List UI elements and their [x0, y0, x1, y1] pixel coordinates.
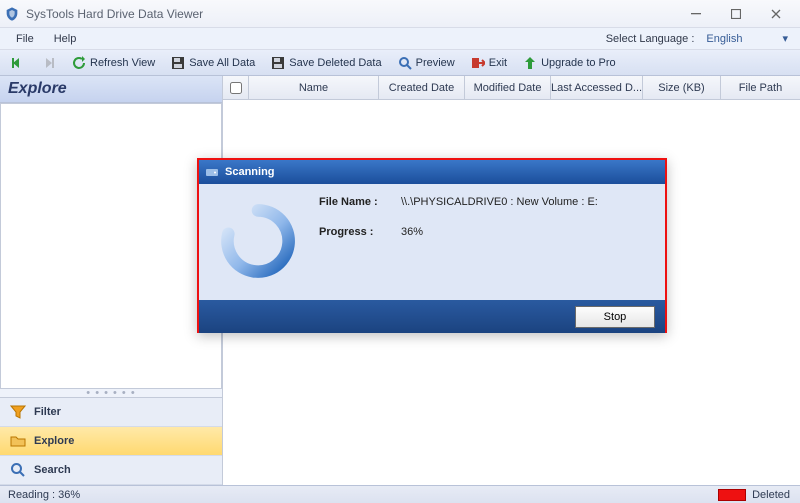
- dialog-title: Scanning: [225, 166, 275, 178]
- funnel-icon: [10, 404, 26, 420]
- magnifier-icon: [398, 56, 412, 70]
- floppy-icon: [171, 56, 185, 70]
- filename-value: \\.\PHYSICALDRIVE0 : New Volume : E:: [401, 196, 598, 208]
- deleted-color-swatch: [718, 489, 746, 501]
- floppy-icon: [271, 56, 285, 70]
- language-value: English: [706, 33, 742, 45]
- menu-file[interactable]: File: [6, 31, 44, 47]
- toolbar: Refresh View Save All Data Save Deleted …: [0, 50, 800, 76]
- save-all-button[interactable]: Save All Data: [165, 54, 261, 72]
- refresh-icon: [72, 56, 86, 70]
- menu-bar: File Help Select Language : English ▾: [0, 28, 800, 50]
- chevron-down-icon: ▾: [782, 32, 788, 45]
- window-title: SysTools Hard Drive Data Viewer: [26, 7, 676, 21]
- status-reading: Reading : 36%: [0, 489, 88, 501]
- nav-next-button[interactable]: [36, 54, 62, 72]
- drive-icon: [205, 165, 219, 179]
- arrow-up-icon: [523, 56, 537, 70]
- stop-button[interactable]: Stop: [575, 306, 655, 328]
- tab-filter[interactable]: Filter: [0, 398, 222, 427]
- upgrade-button[interactable]: Upgrade to Pro: [517, 54, 622, 72]
- folder-icon: [10, 433, 26, 449]
- tree-view[interactable]: [0, 103, 222, 389]
- exit-icon: [471, 56, 485, 70]
- column-modified[interactable]: Modified Date: [465, 76, 551, 99]
- save-deleted-button[interactable]: Save Deleted Data: [265, 54, 387, 72]
- progress-label: Progress :: [319, 226, 391, 238]
- language-select[interactable]: English ▾: [700, 30, 794, 47]
- column-size[interactable]: Size (KB): [643, 76, 721, 99]
- progress-value: 36%: [401, 226, 423, 238]
- column-created[interactable]: Created Date: [379, 76, 465, 99]
- title-bar: SysTools Hard Drive Data Viewer: [0, 0, 800, 28]
- progress-ring-icon: [213, 196, 303, 286]
- menu-help[interactable]: Help: [44, 31, 87, 47]
- column-name[interactable]: Name: [249, 76, 379, 99]
- column-path[interactable]: File Path: [721, 76, 800, 99]
- left-panel-header: Explore: [0, 76, 222, 103]
- app-logo-icon: [4, 6, 20, 22]
- preview-button[interactable]: Preview: [392, 54, 461, 72]
- tab-search[interactable]: Search: [0, 456, 222, 485]
- close-button[interactable]: [756, 0, 796, 28]
- filename-label: File Name :: [319, 196, 391, 208]
- scanning-dialog: Scanning File Name : \\.\PHYSICALDRIVE0 …: [197, 158, 667, 333]
- tab-explore[interactable]: Explore: [0, 427, 222, 456]
- language-label: Select Language :: [606, 33, 695, 45]
- grid-header: Name Created Date Modified Date Last Acc…: [223, 76, 800, 100]
- column-accessed[interactable]: Last Accessed D...: [551, 76, 643, 99]
- dialog-title-bar[interactable]: Scanning: [199, 160, 665, 184]
- splitter-handle[interactable]: • • • • • •: [0, 389, 222, 397]
- magnifier-icon: [10, 462, 26, 478]
- maximize-button[interactable]: [716, 0, 756, 28]
- left-panel: Explore • • • • • • Filter Explore Searc…: [0, 76, 223, 485]
- minimize-button[interactable]: [676, 0, 716, 28]
- select-all-checkbox[interactable]: [230, 82, 242, 94]
- column-checkbox[interactable]: [223, 76, 249, 99]
- exit-button[interactable]: Exit: [465, 54, 513, 72]
- nav-first-button[interactable]: [6, 54, 32, 72]
- status-bar: Reading : 36% Deleted: [0, 485, 800, 503]
- status-deleted-label: Deleted: [752, 489, 800, 501]
- refresh-button[interactable]: Refresh View: [66, 54, 161, 72]
